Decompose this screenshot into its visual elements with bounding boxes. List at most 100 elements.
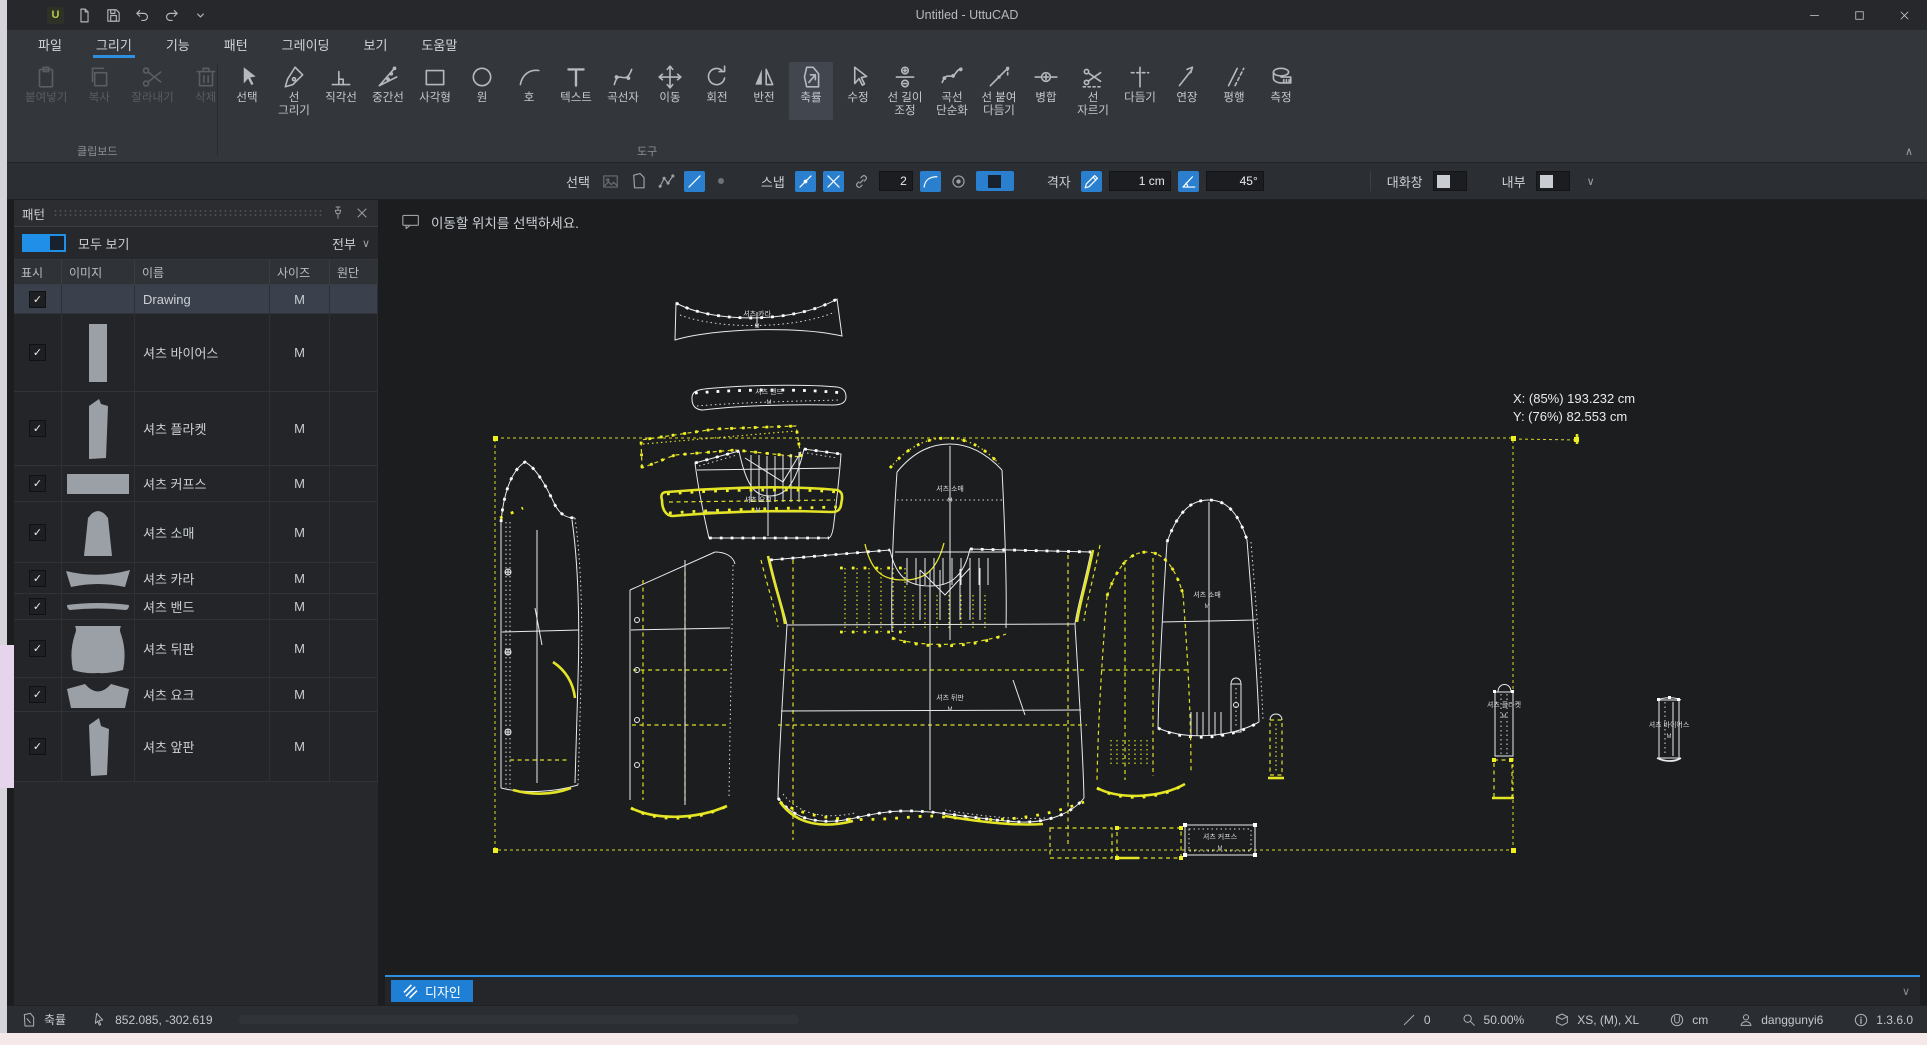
grid-pencil-icon[interactable] [1081,171,1102,192]
tool-trim[interactable]: 다듬기 [1118,62,1162,120]
cut-button[interactable]: 잘라내기 [127,62,177,107]
piece-yoke-selected[interactable] [641,426,801,468]
piece-band-selected[interactable]: 셔츠 요크 M [661,487,842,516]
table-row-drawing[interactable]: Drawing M [14,285,378,314]
snap-curve-icon[interactable] [920,171,941,192]
options-more-icon[interactable]: ∨ [1587,175,1595,188]
menu-function[interactable]: 기능 [149,30,207,58]
snap-count-input[interactable]: 2 [879,171,913,191]
menu-file[interactable]: 파일 [21,30,79,58]
piece-sleeve-placket[interactable] [1268,714,1284,778]
snap-line-icon[interactable] [795,171,816,192]
image-select-icon[interactable] [600,171,621,192]
visibility-checkbox[interactable] [29,291,46,308]
tool-parallel[interactable]: 평행 [1212,62,1256,120]
table-row-back[interactable]: 셔츠 뒤판 M [14,620,378,678]
maximize-button[interactable] [1837,0,1882,30]
tool-middle-line[interactable]: 중간선 [366,62,410,120]
tool-mirror[interactable]: 반전 [742,62,786,120]
table-row-sleeve[interactable]: 셔츠 소매 M [14,502,378,563]
col-image[interactable]: 이미지 [62,260,135,284]
snap-area-toggle[interactable] [976,171,1014,191]
table-row-bias[interactable]: 셔츠 바이어스 M [14,314,378,392]
show-all-toggle[interactable] [22,234,66,252]
piece-band[interactable]: 셔츠 밴드 M [692,385,846,410]
piece-front-panel[interactable] [500,462,582,794]
table-row-yoke[interactable]: 셔츠 요크 M [14,678,378,712]
visibility-checkbox[interactable] [29,598,46,615]
visibility-checkbox[interactable] [29,420,46,437]
tool-curve-simplify[interactable]: 곡선 단순화 [930,62,974,120]
undo-icon[interactable] [134,7,151,24]
piece-bias[interactable]: 셔츠 바이어스 M [1649,696,1690,761]
tool-line-length[interactable]: 선 길이 조정 [883,62,927,120]
piece-sleeve-2[interactable]: 셔츠 소매 M [890,438,1006,646]
col-visibility[interactable]: 표시 [14,260,62,284]
delete-button[interactable]: 삭제 [184,62,228,107]
filter-dropdown[interactable]: 전부 ∨ [332,234,370,253]
visibility-checkbox[interactable] [29,640,46,657]
minimize-button[interactable] [1792,0,1837,30]
tabstrip-chevron-icon[interactable]: ∨ [1902,985,1910,998]
grid-angle-input[interactable]: 45° [1206,171,1264,191]
panel-close-icon[interactable] [354,205,370,221]
col-size[interactable]: 사이즈 [270,260,330,284]
redo-icon[interactable] [163,7,180,24]
status-unit[interactable]: cm [1669,1012,1708,1028]
tool-arc[interactable]: 호 [507,62,551,120]
grid-angle-icon[interactable] [1178,171,1199,192]
copy-button[interactable]: 복사 [77,62,121,107]
inner-checkbox[interactable] [1536,171,1570,191]
drawing-canvas[interactable]: 이동할 위치를 선택하세요. X: (85%) 193.232 cm Y: (7… [385,200,1920,975]
tool-modify[interactable]: 수정 [836,62,880,120]
status-user[interactable]: danggunyi6 [1738,1012,1823,1028]
table-row-front[interactable]: 셔츠 앞판 M [14,712,378,782]
piece-yoke[interactable] [695,449,841,538]
selection-box[interactable] [493,434,1579,853]
visibility-checkbox[interactable] [29,686,46,703]
status-version[interactable]: 1.3.6.0 [1853,1012,1913,1028]
menu-pattern[interactable]: 패턴 [207,30,265,58]
piece-cuff[interactable]: 셔츠 커프스 M [1183,823,1257,857]
menu-grading[interactable]: 그레이딩 [265,30,347,58]
snap-center-icon[interactable] [948,171,969,192]
tool-merge[interactable]: 병합 [1024,62,1068,120]
piece-placket[interactable]: 셔츠 플라켓 M [1487,685,1522,799]
tool-perpendicular-line[interactable]: 직각선 [319,62,363,120]
status-line-count[interactable]: 0 [1401,1012,1431,1028]
tool-rectangle[interactable]: 사각형 [413,62,457,120]
close-button[interactable] [1882,0,1927,30]
menu-help[interactable]: 도움말 [404,30,474,58]
tab-design[interactable]: 디자인 [391,980,473,1002]
visibility-checkbox[interactable] [29,524,46,541]
status-zoom[interactable]: 50.00% [1461,1012,1525,1028]
table-row-placket[interactable]: 셔츠 플라켓 M [14,392,378,466]
panel-drag-texture[interactable] [53,209,322,217]
tool-scale[interactable]: 축률 [789,62,833,120]
pattern-drawing[interactable]: 셔츠 카라 M 셔츠 밴드 M [385,200,1920,975]
point-select-icon[interactable] [718,178,724,184]
piece-select-icon[interactable] [628,171,649,192]
piece-back-panel[interactable]: 셔츠 뒤판 M [761,543,1100,845]
polyline-select-icon[interactable] [656,171,677,192]
status-sizes[interactable]: XS, (M), XL [1554,1012,1639,1028]
pin-icon[interactable] [330,205,346,221]
save-icon[interactable] [105,7,122,24]
tool-select[interactable]: 선택 [225,62,269,120]
piece-sleeve-selected[interactable] [1097,552,1191,797]
menu-view[interactable]: 보기 [347,30,405,58]
snap-intersection-icon[interactable] [823,171,844,192]
snap-link-icon[interactable] [851,171,872,192]
line-select-icon[interactable] [684,171,705,192]
menu-draw[interactable]: 그리기 [79,30,149,58]
qat-dropdown-icon[interactable] [192,7,209,24]
tool-move[interactable]: 이동 [648,62,692,120]
tool-attach-trim[interactable]: 선 붙여 다듬기 [977,62,1021,120]
paste-button[interactable]: 붙여넣기 [21,62,71,107]
tool-curve-ruler[interactable]: 곡선자 [601,62,645,120]
visibility-checkbox[interactable] [29,344,46,361]
tool-extend[interactable]: 연장 [1165,62,1209,120]
table-row-collar[interactable]: 셔츠 카라 M [14,563,378,594]
grid-size-input[interactable]: 1 cm [1109,171,1171,191]
tool-rotate[interactable]: 회전 [695,62,739,120]
